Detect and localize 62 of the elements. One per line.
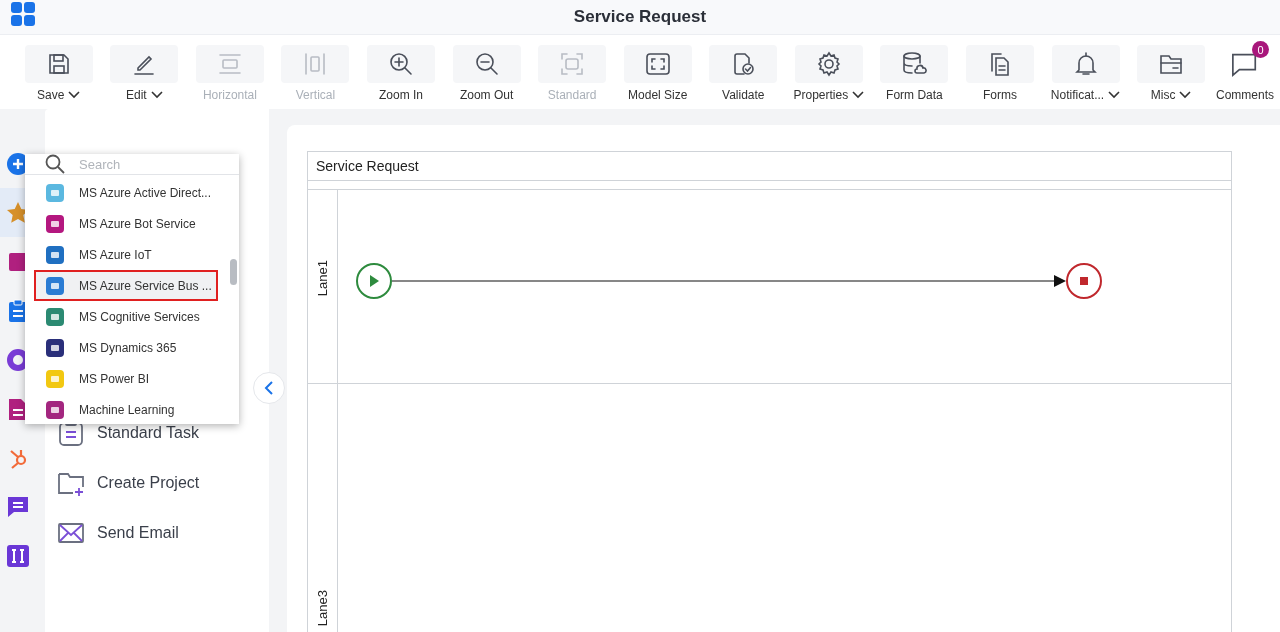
caret-icon bbox=[150, 91, 163, 99]
zoomin-icon bbox=[388, 51, 415, 77]
toolbar-label: Comments bbox=[1215, 88, 1274, 102]
end-event bbox=[1066, 263, 1102, 299]
lane-label: Lane3 bbox=[315, 589, 330, 626]
activity-item[interactable]: Create Project bbox=[57, 469, 269, 497]
toolbar-label: Standard bbox=[547, 88, 597, 102]
scrollbar-thumb[interactable] bbox=[230, 259, 237, 285]
caret-icon bbox=[68, 91, 81, 99]
menu-item[interactable]: MS Azure Bot Service bbox=[25, 208, 217, 239]
toolbar-label: Model Size bbox=[628, 88, 688, 102]
toolbar-label: Zoom Out bbox=[459, 88, 514, 102]
formdata-icon bbox=[901, 51, 928, 77]
toolbar-label: Notificat... bbox=[1050, 88, 1121, 102]
toolbar-button[interactable] bbox=[794, 45, 863, 83]
notifications-icon bbox=[1072, 51, 1099, 77]
menu-item[interactable]: MS Power BI bbox=[25, 363, 217, 394]
toolbar-button[interactable] bbox=[110, 45, 179, 83]
toolbar-button[interactable] bbox=[1051, 45, 1120, 83]
caret-icon bbox=[1179, 91, 1192, 99]
toolbar-button[interactable] bbox=[367, 45, 436, 83]
toolbar-button[interactable] bbox=[623, 45, 692, 83]
count-badge: 0 bbox=[1252, 41, 1269, 58]
app-grid-icon[interactable] bbox=[11, 2, 35, 26]
menu-item[interactable]: MS Azure Active Direct... bbox=[25, 177, 217, 208]
toolbar-button[interactable] bbox=[24, 45, 93, 83]
beam-icon bbox=[4, 542, 31, 569]
toolbar-label: Edit bbox=[126, 88, 163, 102]
toolbar-button[interactable] bbox=[1137, 45, 1206, 83]
lane-label: Lane1 bbox=[315, 260, 330, 297]
menu-item[interactable]: MS Azure Service Bus ... bbox=[34, 270, 218, 301]
menu-item[interactable]: MS Dynamics 365 bbox=[25, 332, 217, 363]
pool-title: Service Request bbox=[308, 152, 1231, 181]
toolbar-label: Validate bbox=[722, 88, 765, 102]
toolbar-button[interactable] bbox=[709, 45, 778, 83]
caret-icon bbox=[1108, 91, 1121, 99]
toolbar-label: Vertical bbox=[295, 88, 336, 102]
properties-icon bbox=[815, 51, 842, 77]
toolbar-label: Zoom In bbox=[379, 88, 424, 102]
search-icon bbox=[45, 154, 65, 174]
toolbar-label: Properties bbox=[793, 88, 865, 102]
horizontal-icon bbox=[216, 51, 243, 77]
toolbar-button[interactable] bbox=[965, 45, 1034, 83]
menu-item[interactable]: MS Cognitive Services bbox=[25, 301, 217, 332]
window-title: Service Request bbox=[573, 7, 707, 27]
toolbar-button[interactable] bbox=[880, 45, 949, 83]
start-event bbox=[356, 263, 392, 299]
toolbar-label: Misc bbox=[1150, 88, 1192, 102]
collapse-button[interactable] bbox=[253, 372, 285, 404]
chevron-left-icon bbox=[264, 381, 274, 395]
toolbar-label: Forms bbox=[982, 88, 1017, 102]
menu-item[interactable]: Machine Learning bbox=[25, 394, 217, 424]
menu-item[interactable]: MS Azure IoT bbox=[25, 239, 217, 270]
activity-item[interactable]: Send Email bbox=[57, 519, 269, 547]
modelsize-icon bbox=[644, 51, 671, 77]
caret-icon bbox=[852, 91, 865, 99]
toolbar-button[interactable] bbox=[452, 45, 521, 83]
toolbar-label: Horizontal bbox=[202, 88, 257, 102]
standard-icon bbox=[559, 51, 586, 77]
zoomout-icon bbox=[473, 51, 500, 77]
toolbar-label: Form Data bbox=[886, 88, 943, 102]
toolbar-label: Save bbox=[37, 88, 81, 102]
